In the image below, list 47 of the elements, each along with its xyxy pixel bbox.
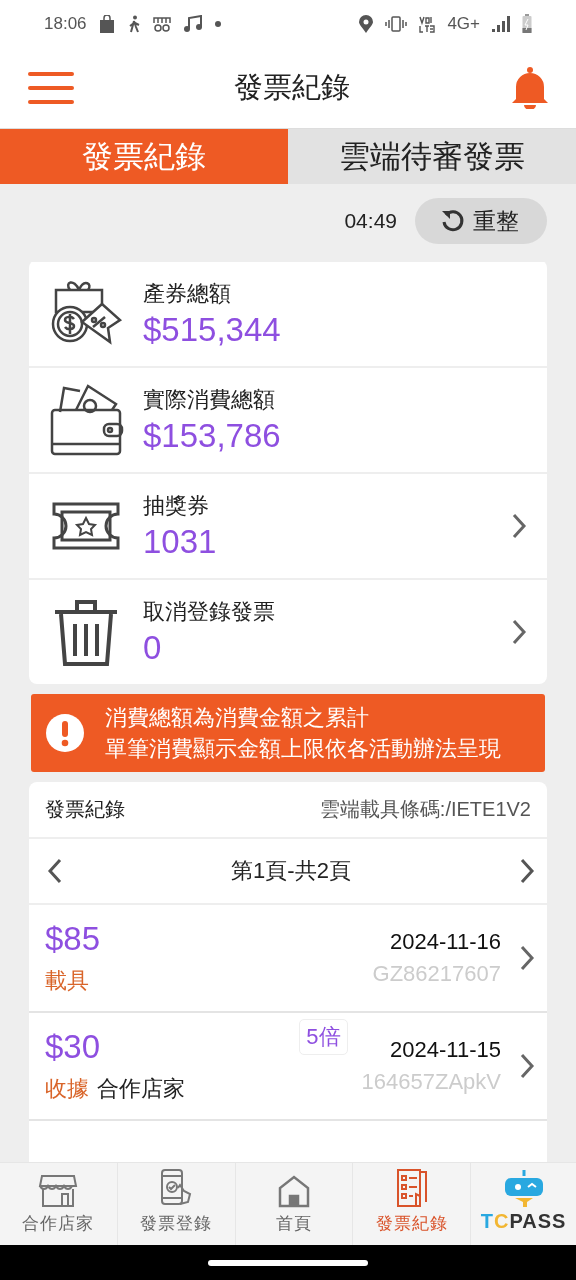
location-pin-icon xyxy=(359,15,374,33)
refresh-icon xyxy=(441,209,465,233)
page-title: 發票紀錄 xyxy=(234,70,350,105)
section-title: 發票紀錄 xyxy=(45,797,125,822)
dot-icon xyxy=(214,21,221,27)
home-indicator[interactable] xyxy=(208,1259,368,1266)
signal-icon xyxy=(492,16,510,32)
page-indicator: 第1頁-共2頁 xyxy=(231,857,351,885)
network-type: 4G+ xyxy=(447,14,480,34)
menu-icon[interactable] xyxy=(28,70,74,106)
invoice-date: 2024-11-15 xyxy=(390,1037,501,1063)
notice-text: 消費總額為消費金額之累計 單筆消費顯示金額上限依各活動辦法呈現 xyxy=(105,704,501,763)
clock-time: 18:06 xyxy=(44,14,87,34)
invoice-amount: $30 xyxy=(45,1028,102,1066)
vibrate-icon xyxy=(385,16,408,32)
shopping-bag-icon xyxy=(98,15,115,33)
chevron-right-icon xyxy=(519,1052,535,1080)
battery-icon xyxy=(522,14,532,34)
summary-label: 實際消費總額 xyxy=(143,386,276,414)
music-note-icon xyxy=(182,15,203,33)
carrier-barcode: 雲端載具條碼:/IETE1V2 xyxy=(319,797,531,822)
summary-value: $153,786 xyxy=(143,417,282,455)
store-name: 合作店家 xyxy=(97,1075,185,1103)
previous-page-icon[interactable] xyxy=(47,857,63,885)
bell-icon[interactable] xyxy=(510,67,550,109)
brand-logo-text[interactable]: TCPASS xyxy=(480,1210,567,1233)
next-page-icon[interactable] xyxy=(519,857,535,885)
home-icon[interactable] xyxy=(276,1174,312,1208)
summary-value: 0 xyxy=(143,629,163,667)
chevron-right-icon xyxy=(519,944,535,972)
tab[interactable]: 雲端待審發票 xyxy=(288,129,576,184)
invoice-amount: $85 xyxy=(45,920,102,958)
summary-value: 1031 xyxy=(143,523,218,561)
refresh-button[interactable]: 重整 xyxy=(415,198,547,244)
exclamation-icon xyxy=(45,713,85,753)
invoice-date: 2024-11-16 xyxy=(390,929,501,955)
summary-label: 產券總額 xyxy=(143,280,232,308)
countdown-timer: 04:49 xyxy=(344,209,397,233)
invoice-type: 收據 xyxy=(45,1075,89,1103)
summary-label: 抽獎券 xyxy=(143,492,210,520)
wallet-icon xyxy=(48,382,124,458)
summary-label: 取消登錄發票 xyxy=(143,598,276,626)
storefront-icon[interactable] xyxy=(38,1172,79,1208)
robot-logo-icon[interactable] xyxy=(502,1168,545,1208)
summary-value: $515,344 xyxy=(143,311,282,349)
multiplier-badge: 5倍 xyxy=(299,1019,348,1055)
invoice-type: 載具 xyxy=(45,967,89,995)
